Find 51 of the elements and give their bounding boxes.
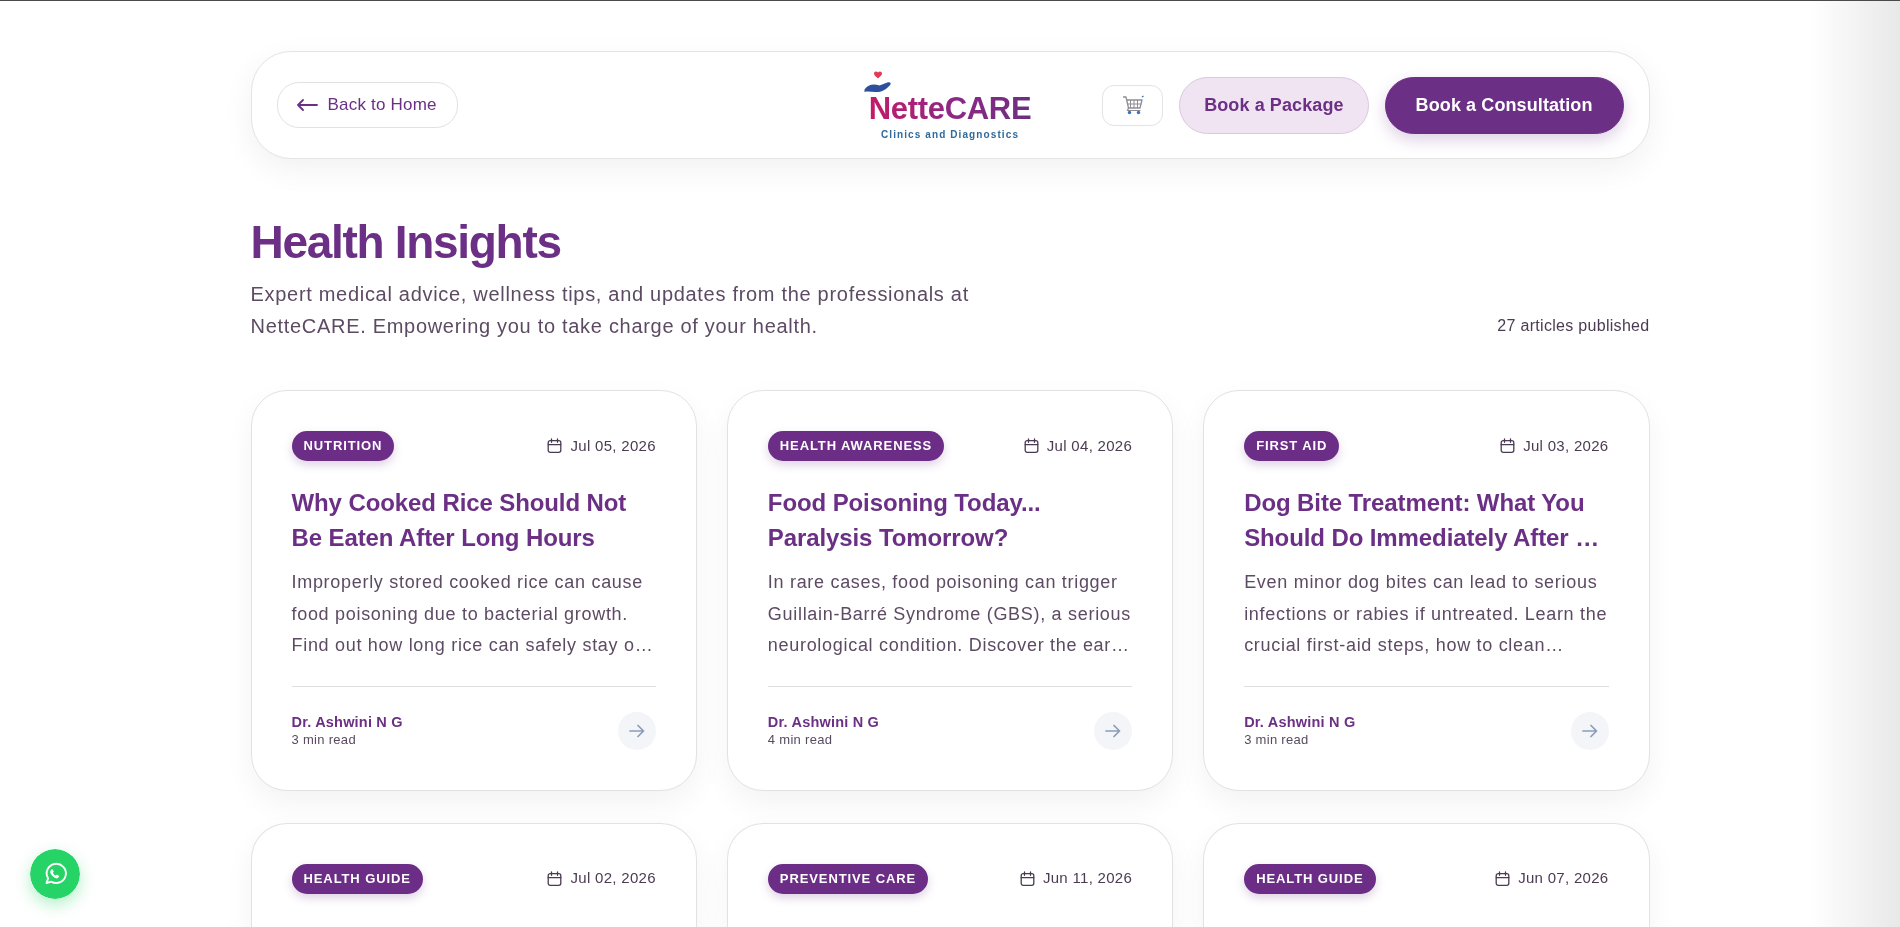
article-card[interactable]: PREVENTIVE CARE Jun 11, 2026: [726, 822, 1174, 927]
article-title[interactable]: Why Cooked Rice Should Not Be Eaten After Long Hours: [291, 485, 656, 556]
intro-text: Expert medical advice, wellness tips, and updates from the professionals at NetteCARE. Empowering you to take charge of your health.: [250, 282, 970, 340]
cart-button[interactable]: [1102, 84, 1164, 126]
article-title[interactable]: Dog Bite Treatment: What You Should Do Immediately After …: [1244, 485, 1609, 556]
author-name: Dr. Ashwini N G: [767, 712, 880, 731]
calendar-icon: [547, 870, 563, 887]
cart-icon: [1121, 95, 1144, 115]
article-card[interactable]: [1203, 390, 1650, 791]
read-time: 4 min read: [767, 730, 834, 749]
book-consultation-button[interactable]: Book a Consultation: [1384, 76, 1624, 134]
back-home-button[interactable]: Back to Home: [276, 82, 458, 128]
article-count: 27 articles published: [1497, 316, 1650, 337]
category-tag: HEALTH AWARENESS: [767, 431, 945, 462]
article-date: Jun 07, 2026: [1518, 868, 1609, 889]
logo-tagline: Clinics and Diagnostics: [880, 128, 1020, 141]
calendar-icon: [1023, 438, 1039, 455]
arrow-right-icon[interactable]: [1570, 711, 1609, 750]
article-date: Jul 02, 2026: [570, 868, 656, 889]
article-card[interactable]: HEALTH GUIDE Jun 07, 2026: [1203, 822, 1650, 927]
hand-heart-icon: [862, 69, 893, 93]
page-title: Health Insights: [250, 215, 562, 270]
arrow-left-icon: [295, 99, 318, 111]
category-tag: HEALTH GUIDE: [291, 863, 423, 894]
article-card[interactable]: [726, 390, 1174, 791]
calendar-icon: [1495, 870, 1511, 887]
article-excerpt: In rare cases, food poisoning can trigger Guillain-Barré Syndrome (GBS), a serious neurological condition. Discover the ear…: [767, 571, 1132, 658]
calendar-icon: [547, 438, 563, 455]
author-name: Dr. Ashwini N G: [291, 712, 403, 731]
arrow-right-icon[interactable]: [1094, 711, 1133, 750]
article-date: Jul 05, 2026: [570, 435, 656, 456]
article-date: Jul 03, 2026: [1523, 435, 1609, 456]
book-package-button[interactable]: Book a Package: [1179, 76, 1369, 134]
article-date: Jun 11, 2026: [1042, 868, 1133, 889]
article-date: Jul 04, 2026: [1046, 435, 1133, 456]
read-time: 3 min read: [1244, 730, 1310, 749]
read-time: 3 min read: [291, 730, 357, 749]
calendar-icon: [1500, 438, 1516, 455]
category-tag: NUTRITION: [291, 431, 395, 462]
article-card[interactable]: [250, 390, 697, 791]
article-excerpt: Improperly stored cooked rice can cause food poisoning due to bacterial growth. Find out how long rice can safely stay o…: [291, 571, 655, 658]
author-name: Dr. Ashwini N G: [1244, 712, 1356, 731]
article-title[interactable]: Food Poisoning Today... Paralysis Tomorrow?: [767, 485, 1133, 556]
article-card[interactable]: HEALTH GUIDE Jul 02, 2026: [250, 822, 697, 927]
category-tag: FIRST AID: [1244, 431, 1340, 462]
calendar-icon: [1019, 870, 1035, 887]
arrow-right-icon[interactable]: [617, 711, 656, 750]
article-excerpt: Even minor dog bites can lead to serious infections or rabies if untreated. Learn the crucial first-aid steps, how to clean…: [1244, 571, 1609, 658]
category-tag: HEALTH GUIDE: [1244, 863, 1376, 894]
category-tag: PREVENTIVE CARE: [767, 863, 929, 894]
phone-chat-icon[interactable]: [30, 849, 80, 899]
